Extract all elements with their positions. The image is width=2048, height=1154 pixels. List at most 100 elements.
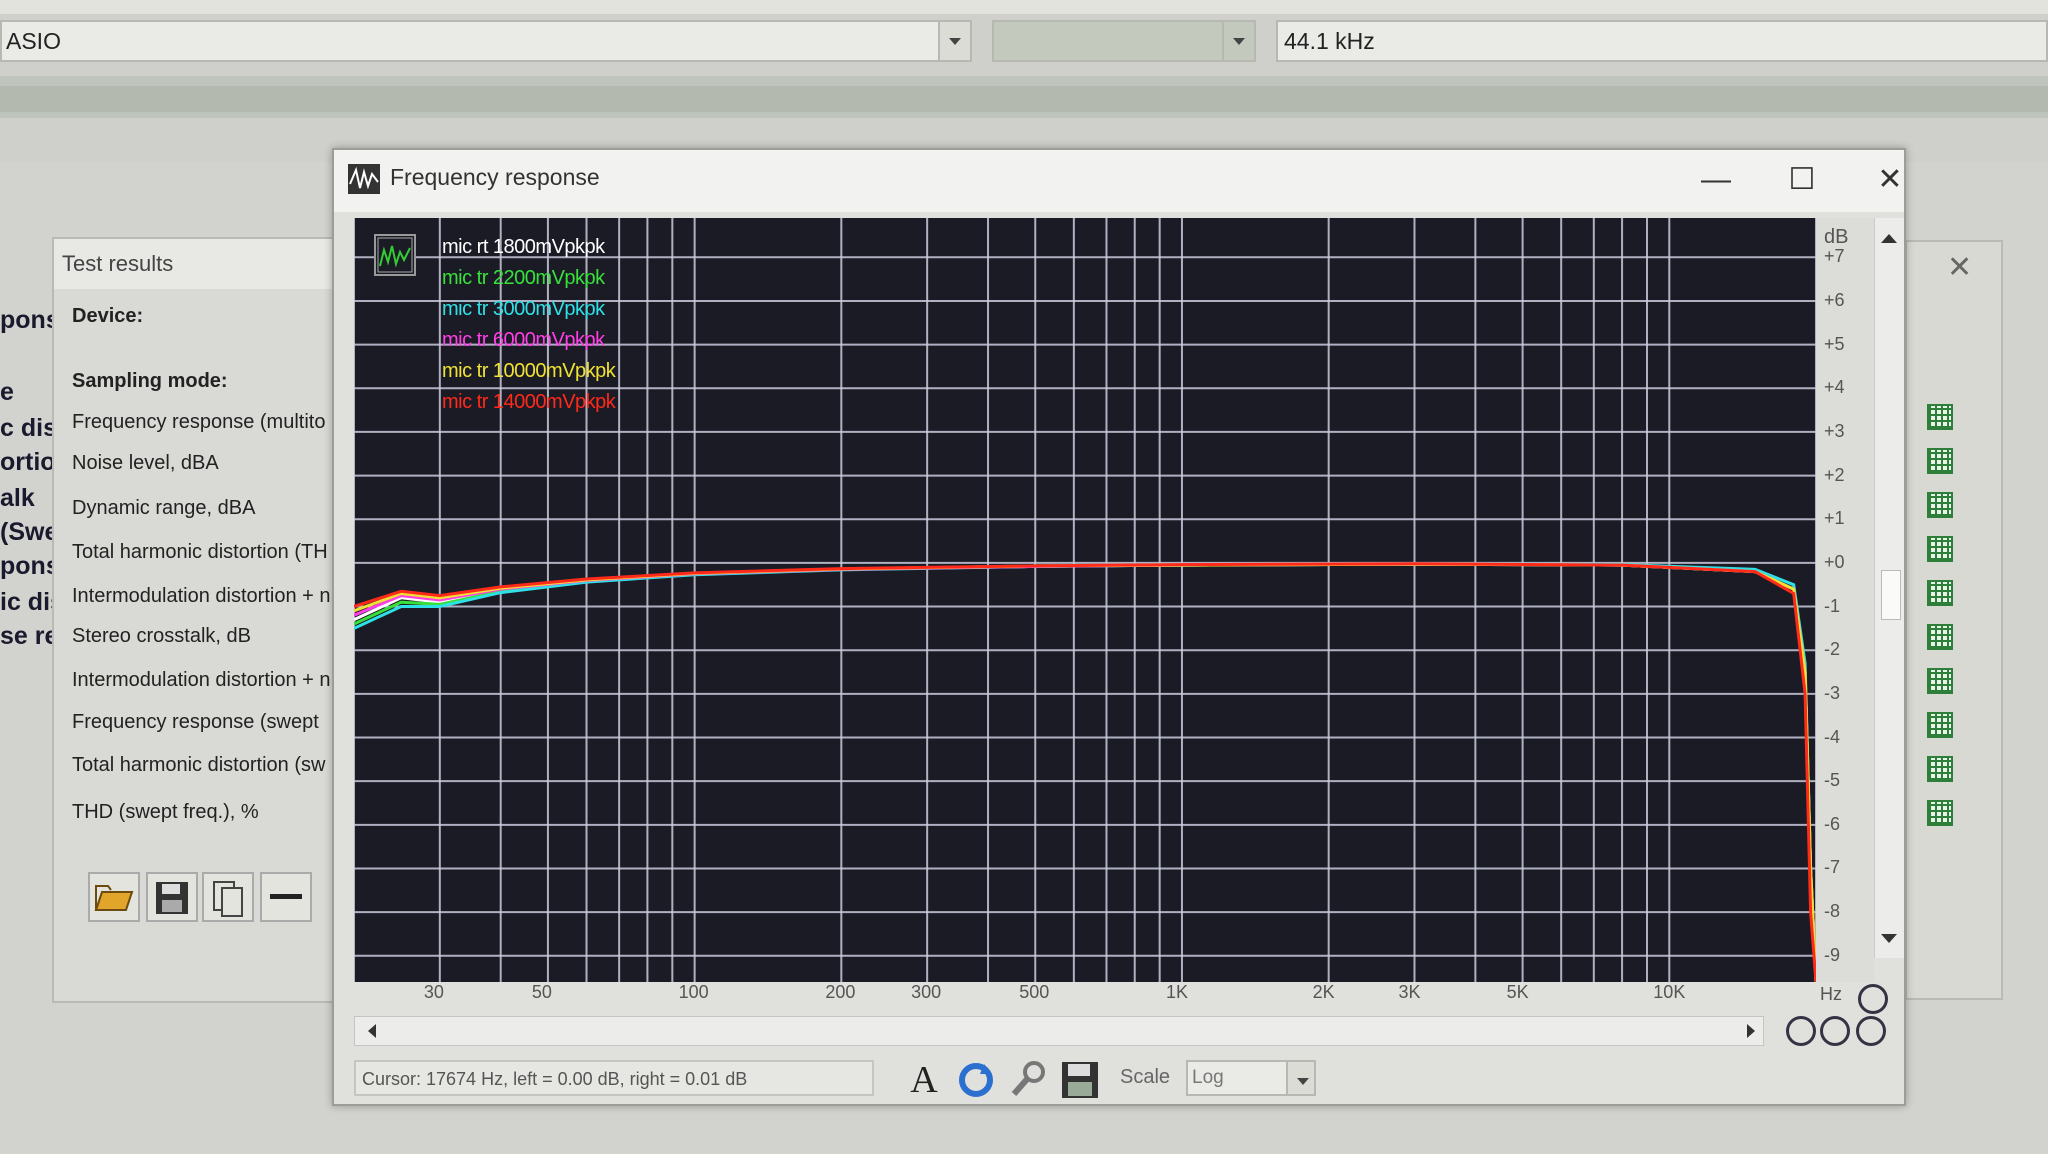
minimize-button[interactable]: —: [1686, 160, 1746, 200]
status-bar: Cursor: 17674 Hz, left = 0.00 dB, right …: [354, 1056, 1884, 1104]
scroll-thumb[interactable]: [1881, 570, 1901, 620]
x-tick-label: 3K: [1398, 982, 1421, 1002]
cut-label: pons: [0, 552, 60, 580]
legend-entry: mic tr 10000mVpkpk: [442, 360, 616, 382]
grid-icon[interactable]: [1927, 756, 1953, 782]
test-results-title: Test results: [54, 239, 354, 289]
cut-label: (Swe: [0, 518, 59, 546]
series-line-1: [354, 562, 1816, 982]
y-tick-label: -6: [1824, 813, 1841, 834]
legend-entry: mic rt 1800mVpkpk: [442, 236, 605, 258]
copy-icon: [213, 881, 243, 917]
zoom-out-icon[interactable]: [1820, 1016, 1850, 1046]
test-item[interactable]: Total harmonic distortion (TH: [72, 541, 328, 564]
chevron-down-icon[interactable]: [938, 22, 970, 60]
test-item[interactable]: Stereo crosstalk, dB: [72, 625, 251, 648]
scroll-left-icon[interactable]: [361, 1024, 376, 1038]
vertical-scrollbar[interactable]: [1874, 218, 1904, 958]
scroll-down-icon[interactable]: [1881, 934, 1897, 951]
test-item[interactable]: Intermodulation distortion + n: [72, 669, 331, 692]
grid-icon[interactable]: [1927, 492, 1953, 518]
chart-legend: mic rt 1800mVpkpk mic tr 2200mVpkpk mic tr…: [442, 232, 616, 418]
hz-unit-label: Hz: [1820, 984, 1842, 1004]
y-tick-label: +5: [1824, 333, 1845, 354]
legend-entry: mic tr 6000mVpkpk: [442, 329, 605, 351]
test-item[interactable]: Frequency response (multito: [72, 411, 325, 434]
y-tick-label: +3: [1824, 420, 1845, 441]
x-tick-label: 30: [423, 982, 444, 1002]
toolbar-band-inner: [0, 86, 2048, 112]
scale-select[interactable]: Log: [1186, 1060, 1316, 1096]
x-tick-label: 500: [1019, 982, 1050, 1002]
y-tick-label: +7: [1824, 246, 1845, 267]
x-tick-label: 1K: [1165, 982, 1188, 1002]
maximize-button[interactable]: ☐: [1772, 160, 1832, 200]
test-item[interactable]: Frequency response (swept: [72, 711, 319, 734]
close-icon[interactable]: ✕: [1947, 250, 1972, 285]
open-folder-button[interactable]: [88, 872, 140, 922]
font-button[interactable]: A: [902, 1058, 946, 1102]
y-tick-label: -5: [1824, 770, 1841, 791]
grid-icon[interactable]: [1927, 712, 1953, 738]
series-line-3: [354, 562, 1816, 982]
driver-select[interactable]: ASIO: [0, 20, 972, 62]
cut-label: alk: [0, 484, 35, 512]
test-item[interactable]: Noise level, dBA: [72, 452, 219, 475]
chevron-down-icon[interactable]: [1286, 1062, 1314, 1094]
y-tick-label: -9: [1824, 944, 1841, 965]
y-tick-label: +1: [1824, 508, 1845, 529]
grid-icon[interactable]: [1927, 536, 1953, 562]
x-axis-labels: 30 50 100 200 300 500 1K 2K 3K 5K 10K: [354, 982, 1816, 1012]
window-title: Frequency response: [390, 164, 600, 190]
refresh-icon: [959, 1063, 993, 1097]
sample-rate-value: 44.1 kHz: [1284, 28, 1375, 54]
x-tick-label: 5K: [1506, 982, 1529, 1002]
horizontal-scrollbar[interactable]: [354, 1016, 1764, 1046]
settings-button[interactable]: [1006, 1058, 1050, 1102]
x-tick-label: 100: [678, 982, 709, 1002]
save-button[interactable]: [146, 872, 198, 922]
x-tick-label: 50: [531, 982, 552, 1002]
minus-button[interactable]: [260, 872, 312, 922]
close-button[interactable]: ✕: [1860, 160, 1920, 200]
copy-button[interactable]: [202, 872, 254, 922]
x-tick-label: 200: [825, 982, 856, 1002]
legend-entry: mic tr 3000mVpkpk: [442, 298, 605, 320]
test-item[interactable]: Total harmonic distortion (sw: [72, 754, 325, 777]
y-tick-label: +2: [1824, 464, 1845, 485]
cut-label: e: [0, 378, 14, 406]
title-bar[interactable]: Frequency response — ☐ ✕: [334, 150, 1904, 212]
chevron-down-icon[interactable]: [1222, 22, 1254, 60]
grid-icon[interactable]: [1927, 580, 1953, 606]
y-tick-label: -1: [1824, 595, 1841, 616]
refresh-button[interactable]: [954, 1058, 998, 1102]
save-chart-button[interactable]: [1058, 1058, 1102, 1102]
zoom-in-icon[interactable]: [1786, 1016, 1816, 1046]
frequency-response-window: Frequency response — ☐ ✕ mic rt 1800mVpk…: [332, 148, 1906, 1106]
test-item[interactable]: THD (swept freq.), %: [72, 801, 259, 824]
cursor-readout: Cursor: 17674 Hz, left = 0.00 dB, right …: [354, 1060, 874, 1096]
y-tick-label: -3: [1824, 682, 1841, 703]
test-item[interactable]: Intermodulation distortion + n: [72, 585, 331, 608]
wrench-icon: [1011, 1061, 1045, 1096]
grid-icon[interactable]: [1927, 800, 1953, 826]
legend-toggle-icon[interactable]: [374, 234, 416, 276]
y-tick-label: +4: [1824, 377, 1845, 398]
zoom-reset-icon[interactable]: [1856, 1016, 1886, 1046]
legend-entry: mic tr 2200mVpkpk: [442, 267, 605, 289]
test-item[interactable]: Dynamic range, dBA: [72, 497, 255, 520]
sample-rate-select[interactable]: 44.1 kHz: [1276, 20, 2048, 62]
grid-icon[interactable]: [1927, 404, 1953, 430]
cut-label: ortio: [0, 448, 56, 476]
grid-icon[interactable]: [1927, 668, 1953, 694]
db-scale: dB +7 +6 +5 +4 +3 +2 +1 +0 -1 -2 -3 -4 -5 -6 -7 -8 -9: [1816, 218, 1874, 982]
grid-icon[interactable]: [1927, 448, 1953, 474]
zoom-fit-icon[interactable]: [1858, 984, 1888, 1014]
middle-select[interactable]: [992, 20, 1256, 62]
waveform-icon: [348, 164, 380, 194]
grid-icon[interactable]: [1927, 624, 1953, 650]
scroll-right-icon[interactable]: [1747, 1024, 1762, 1038]
test-item: Device:: [72, 305, 144, 327]
floppy-disk-icon: [1062, 1062, 1098, 1098]
scroll-up-icon[interactable]: [1881, 226, 1897, 243]
